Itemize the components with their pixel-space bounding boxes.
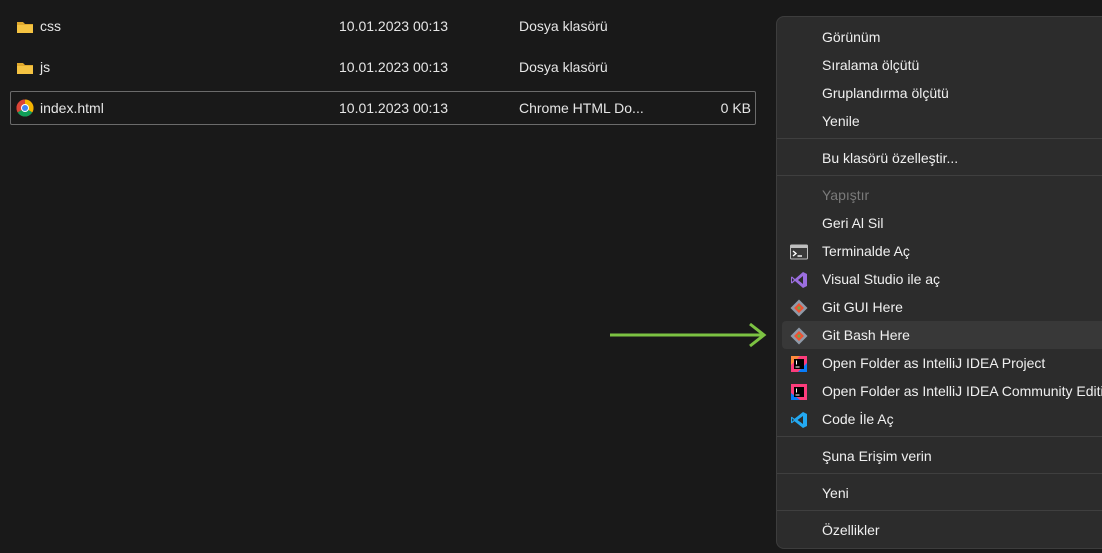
annotation-arrow	[610, 322, 767, 348]
menu-item-open-vscode[interactable]: Code İle Aç	[782, 405, 1102, 433]
file-name: css	[40, 18, 61, 34]
menu-item-refresh[interactable]: Yenile	[782, 107, 1102, 135]
menu-item-label: Bu klasörü özelleştir...	[822, 150, 959, 166]
git-bash-icon	[790, 327, 808, 345]
file-row-css[interactable]: css 10.01.2023 00:13 Dosya klasörü	[10, 9, 756, 43]
menu-separator	[777, 138, 1102, 139]
menu-separator	[777, 510, 1102, 511]
menu-item-label: Görünüm	[822, 29, 881, 45]
menu-item-label: Git Bash Here	[822, 327, 910, 343]
menu-item-label: Visual Studio ile aç	[822, 271, 941, 287]
menu-item-give-access[interactable]: Şuna Erişim verin	[782, 442, 1102, 470]
file-type: Chrome HTML Do...	[519, 100, 644, 116]
file-name: index.html	[40, 100, 104, 116]
vscode-icon	[791, 412, 807, 428]
file-row-index-html[interactable]: index.html 10.01.2023 00:13 Chrome HTML …	[10, 91, 756, 125]
file-date: 10.01.2023 00:13	[339, 100, 448, 116]
menu-item-label: Şuna Erişim verin	[822, 448, 932, 464]
file-date: 10.01.2023 00:13	[339, 18, 448, 34]
menu-item-sort-by[interactable]: Sıralama ölçütü	[782, 51, 1102, 79]
menu-item-label: Git GUI Here	[822, 299, 903, 315]
menu-item-label: Sıralama ölçütü	[822, 57, 920, 73]
menu-item-open-terminal[interactable]: Terminalde Aç	[782, 237, 1102, 265]
chrome-icon	[16, 99, 34, 117]
menu-item-git-bash-here[interactable]: Git Bash Here	[782, 321, 1102, 349]
intellij-idea-icon	[791, 356, 807, 372]
menu-separator	[777, 175, 1102, 176]
visual-studio-icon	[791, 272, 807, 288]
menu-item-git-gui-here[interactable]: Git GUI Here	[782, 293, 1102, 321]
intellij-community-icon	[791, 384, 807, 400]
menu-item-label: Yenile	[822, 113, 860, 129]
menu-item-open-visual-studio[interactable]: Visual Studio ile aç	[782, 265, 1102, 293]
menu-item-label: Terminalde Aç	[822, 243, 910, 259]
menu-item-customize-folder[interactable]: Bu klasörü özelleştir...	[782, 144, 1102, 172]
menu-item-intellij-project[interactable]: Open Folder as IntelliJ IDEA Project	[782, 349, 1102, 377]
menu-separator	[777, 473, 1102, 474]
menu-item-paste: Yapıştır	[782, 181, 1102, 209]
menu-item-label: Özellikler	[822, 522, 880, 538]
menu-item-group-by[interactable]: Gruplandırma ölçütü	[782, 79, 1102, 107]
file-name: js	[40, 59, 51, 75]
context-menu: Görünüm Sıralama ölçütü Gruplandırma ölç…	[776, 16, 1102, 549]
file-row-js[interactable]: js 10.01.2023 00:13 Dosya klasörü	[10, 50, 756, 84]
menu-item-label: Gruplandırma ölçütü	[822, 85, 949, 101]
menu-item-label: Open Folder as IntelliJ IDEA Project	[822, 355, 1046, 371]
terminal-icon	[790, 244, 808, 260]
file-type: Dosya klasörü	[519, 59, 608, 75]
folder-icon	[17, 22, 33, 33]
file-date: 10.01.2023 00:13	[339, 59, 448, 75]
menu-separator	[777, 436, 1102, 437]
menu-item-label: Open Folder as IntelliJ IDEA Community E…	[822, 383, 1102, 399]
menu-item-properties[interactable]: Özellikler	[782, 516, 1102, 544]
menu-item-label: Yapıştır	[822, 187, 870, 203]
menu-item-undo-delete[interactable]: Geri Al Sil	[782, 209, 1102, 237]
file-size: 0 KB	[720, 100, 751, 116]
menu-item-label: Yeni	[822, 485, 849, 501]
menu-item-intellij-community[interactable]: Open Folder as IntelliJ IDEA Community E…	[782, 377, 1102, 405]
menu-item-label: Geri Al Sil	[822, 215, 884, 231]
menu-item-new[interactable]: Yeni	[782, 479, 1102, 507]
git-gui-icon	[790, 299, 808, 317]
file-type: Dosya klasörü	[519, 18, 608, 34]
menu-item-label: Code İle Aç	[822, 411, 894, 427]
menu-item-view[interactable]: Görünüm	[782, 23, 1102, 51]
folder-icon	[17, 63, 33, 74]
